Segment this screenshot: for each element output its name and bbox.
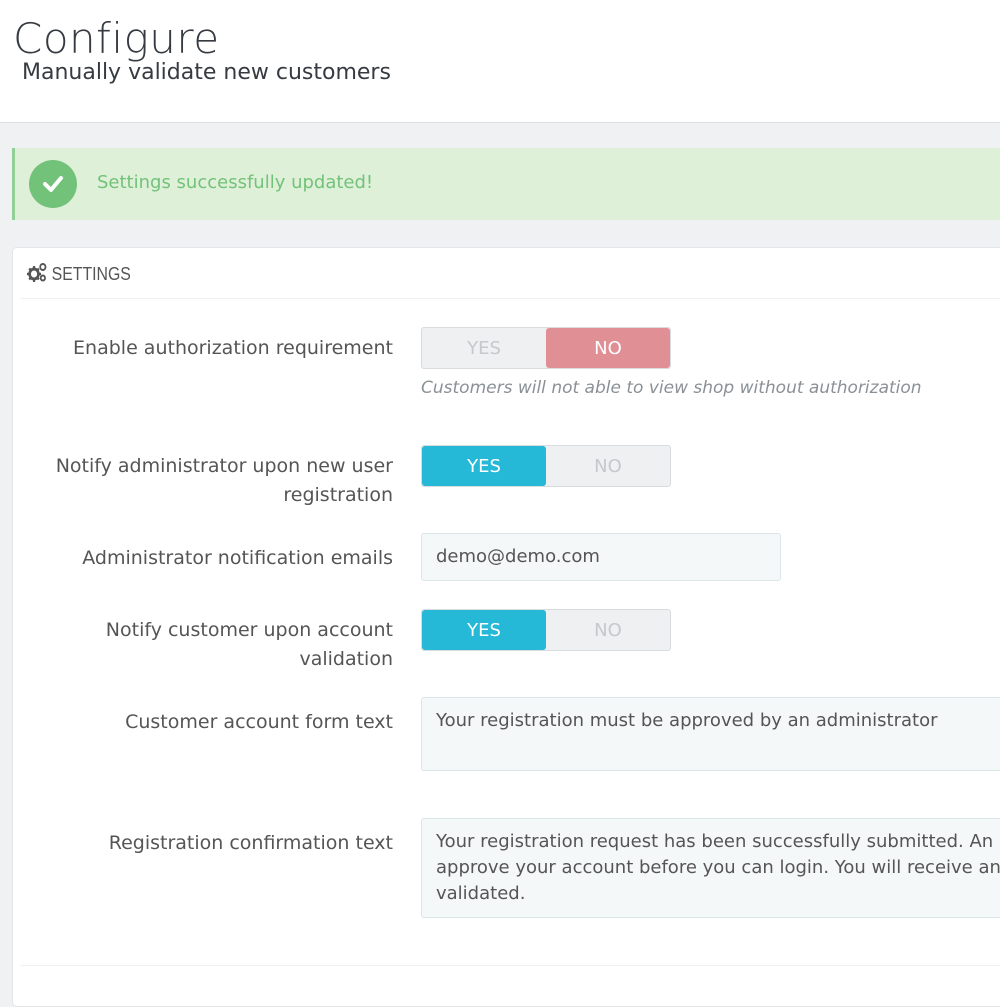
notify-admin-label-line2: registration	[283, 484, 393, 506]
notify-customer-label-line1: Notify customer upon account	[105, 619, 393, 641]
success-alert: Settings successfully updated!	[12, 148, 1000, 220]
notify-customer-yes-option[interactable]: YES	[422, 610, 546, 650]
auth-requirement-yes-option[interactable]: YES	[422, 328, 546, 368]
panel-heading-label: SETTINGS	[51, 263, 131, 284]
confirmation-textarea[interactable]: Your registration request has been succe…	[421, 818, 1000, 918]
confirmation-textarea-line3: validated.	[436, 883, 526, 904]
auth-requirement-switch[interactable]: YES NO	[421, 327, 671, 369]
notify-admin-label: Notify administrator upon new user regis…	[13, 452, 393, 510]
panel-divider	[21, 298, 1000, 299]
panel-heading: SETTINGS	[27, 262, 131, 286]
page-header: Configure Manually validate new customer…	[0, 0, 1000, 123]
notify-admin-no-option[interactable]: NO	[546, 446, 670, 486]
page-subtitle: Manually validate new customers	[22, 60, 391, 85]
auth-requirement-help: Customers will not able to view shop wit…	[421, 378, 922, 398]
account-form-textarea[interactable]: Your registration must be approved by an…	[421, 697, 1000, 771]
notify-admin-label-line1: Notify administrator upon new user	[55, 455, 393, 477]
check-circle-icon	[29, 160, 77, 208]
notify-customer-no-option[interactable]: NO	[546, 610, 670, 650]
confirmation-text-label: Registration confirmation text	[108, 832, 393, 854]
auth-requirement-label: Enable authorization requirement	[73, 337, 393, 359]
confirmation-textarea-line2: approve your account before you can logi…	[436, 857, 1000, 878]
notify-customer-label: Notify customer upon account validation	[13, 616, 393, 674]
admin-emails-label: Administrator notification emails	[82, 547, 393, 569]
confirmation-textarea-line1: Your registration request has been succe…	[436, 831, 1000, 852]
page-title: Configure	[13, 14, 220, 63]
gears-icon	[27, 261, 48, 288]
notify-admin-switch[interactable]: YES NO	[421, 445, 671, 487]
notify-customer-switch[interactable]: YES NO	[421, 609, 671, 651]
auth-requirement-no-option[interactable]: NO	[546, 328, 670, 368]
admin-emails-input[interactable]: demo@demo.com	[421, 533, 781, 581]
notify-admin-yes-option[interactable]: YES	[422, 446, 546, 486]
notify-customer-label-line2: validation	[299, 648, 393, 670]
alert-message: Settings successfully updated!	[97, 172, 374, 193]
account-form-textarea-value: Your registration must be approved by an…	[436, 710, 938, 731]
panel-footer-divider	[21, 965, 1000, 966]
account-form-text-label: Customer account form text	[125, 711, 393, 733]
